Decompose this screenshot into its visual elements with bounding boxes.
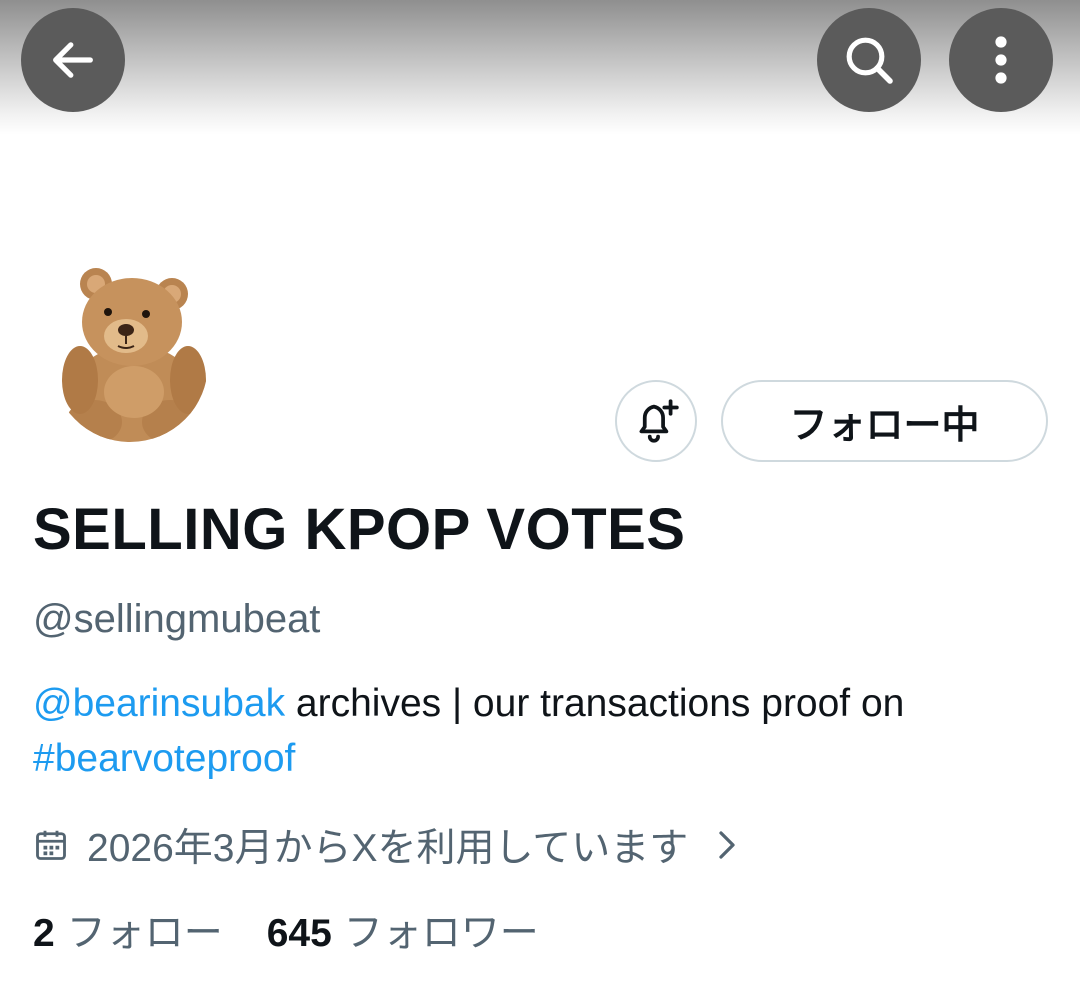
user-handle: @sellingmubeat	[33, 597, 321, 641]
calendar-icon	[33, 827, 69, 863]
following-button[interactable]: フォロー中	[721, 380, 1048, 462]
search-button[interactable]	[817, 8, 921, 112]
following-stat[interactable]: 2 フォロー	[33, 902, 223, 958]
bio-mention-link[interactable]: @bearinsubak	[33, 682, 285, 725]
following-label: フォロー	[66, 912, 223, 955]
bell-plus-icon	[639, 399, 679, 443]
follow-stats: 2 フォロー 645 フォロワー	[33, 903, 539, 957]
followers-stat[interactable]: 645 フォロワー	[267, 902, 539, 958]
notification-subscribe-button[interactable]	[615, 380, 697, 462]
following-button-label: フォロー中	[789, 404, 980, 447]
profile-bio: @bearinsubak archives | our transactions…	[33, 676, 1043, 786]
bio-hashtag-link[interactable]: #bearvoteproof	[33, 737, 295, 780]
join-date-text: 2026年3月からXを利用しています	[87, 827, 689, 870]
teddy-bear-avatar	[62, 268, 206, 442]
bio-text: archives | our transactions proof on	[285, 682, 905, 725]
more-options-button[interactable]	[949, 8, 1053, 112]
join-date-row[interactable]: 2026年3月からXを利用しています	[33, 818, 740, 872]
search-icon	[846, 37, 893, 84]
followers-label: フォロワー	[343, 912, 539, 955]
profile-avatar[interactable]	[52, 262, 208, 442]
back-button[interactable]	[21, 8, 125, 112]
display-name: SELLING KPOP VOTES	[33, 497, 686, 562]
chevron-right-icon	[714, 827, 740, 863]
following-count: 2	[33, 912, 55, 955]
more-vertical-icon	[995, 36, 1007, 84]
arrow-left-icon	[53, 42, 93, 78]
followers-count: 645	[266, 912, 332, 955]
